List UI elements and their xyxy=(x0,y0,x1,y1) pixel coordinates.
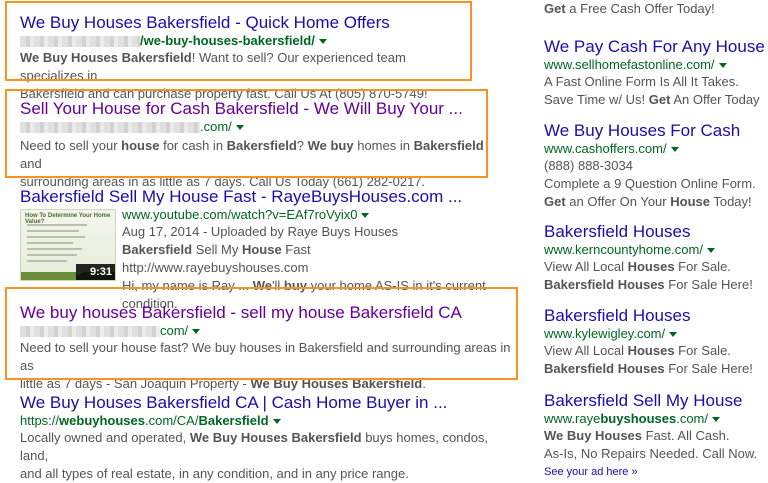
ad-url[interactable]: www.kerncountyhome.com/ xyxy=(544,242,768,258)
result-url[interactable]: https://webuyhouses.com/CA/Bakersfield xyxy=(20,413,500,429)
ad-url-text: www.rayebuyshouses.com/ xyxy=(544,411,709,426)
ad-block: Get a Free Cash Offer Today! xyxy=(544,0,768,18)
ad-url[interactable]: www.kylewigley.com/ xyxy=(544,326,768,342)
result-url[interactable]: www.youtube.com/watch?v=EAf7roVyix0 xyxy=(122,207,500,223)
result-snippet: Need to sell your house fast? We buy hou… xyxy=(20,340,511,391)
result-url-text: com/ xyxy=(160,323,189,338)
url-dropdown-caret-icon[interactable] xyxy=(272,419,281,425)
result-url[interactable]: .com/ xyxy=(20,119,486,135)
result-title-link[interactable]: We Buy Houses Bakersfield - Quick Home O… xyxy=(20,12,470,33)
ad-title-link[interactable]: We Pay Cash For Any House xyxy=(544,36,768,57)
ad-text: We Buy Houses Fast. All Cash. As-Is, No R… xyxy=(544,428,758,461)
ad-title-link[interactable]: Bakersfield Houses xyxy=(544,221,768,242)
url-dropdown-caret-icon[interactable] xyxy=(192,329,201,335)
search-result: Sell Your House for Cash Bakersfield - W… xyxy=(5,89,488,189)
ad-text: View All Local Houses For Sale. Bakersfie… xyxy=(544,343,753,376)
video-thumbnail[interactable]: How To Determine Your Home Value? 9:31 xyxy=(20,209,116,281)
see-your-ad-link[interactable]: See your ad here » xyxy=(544,466,638,478)
ad-title-link[interactable]: Bakersfield Sell My House xyxy=(544,390,768,411)
result-title-link[interactable]: We buy houses Bakersfield - sell my hous… xyxy=(20,302,516,323)
ad-text: View All Local Houses For Sale. Bakersfie… xyxy=(544,259,753,292)
url-dropdown-caret-icon[interactable] xyxy=(361,213,370,219)
ad-block: Bakersfield Houses www.kylewigley.com/ V… xyxy=(544,305,768,378)
url-dropdown-caret-icon[interactable] xyxy=(670,147,679,153)
result-title-link[interactable]: Sell Your House for Cash Bakersfield - W… xyxy=(20,98,486,119)
ad-url-text: www.kerncountyhome.com/ xyxy=(544,242,703,257)
ad-url[interactable]: www.cashoffers.com/ xyxy=(544,141,768,157)
ad-title-link[interactable]: Bakersfield Houses xyxy=(544,305,768,326)
result-url[interactable]: com/ xyxy=(20,323,516,339)
ad-text: A Fast Online Form Is All It Takes. Save … xyxy=(544,74,760,107)
ad-url[interactable]: www.sellhomefastonline.com/ xyxy=(544,57,768,73)
result-snippet: Locally owned and operated, We Buy House… xyxy=(20,430,489,481)
redacted-url-part xyxy=(20,122,200,134)
ad-block: We Pay Cash For Any House www.sellhomefa… xyxy=(544,36,768,109)
video-duration: 9:31 xyxy=(75,264,115,280)
url-dropdown-caret-icon[interactable] xyxy=(712,417,721,423)
search-result: We Buy Houses Bakersfield - Quick Home O… xyxy=(5,1,472,101)
result-title-link[interactable]: Bakersfield Sell My House Fast - RayeBuy… xyxy=(20,186,500,207)
video-meta: Aug 17, 2014 - Uploaded by Raye Buys Hou… xyxy=(122,224,399,239)
url-dropdown-caret-icon[interactable] xyxy=(718,63,727,69)
redacted-url-part xyxy=(20,36,140,48)
ad-url-text: www.kylewigley.com/ xyxy=(544,326,666,341)
result-title-link[interactable]: We Buy Houses Bakersfield CA | Cash Home… xyxy=(20,392,500,413)
url-dropdown-caret-icon[interactable] xyxy=(235,125,244,131)
result-snippet: Need to sell your house for cash in Bake… xyxy=(20,138,484,189)
url-dropdown-caret-icon[interactable] xyxy=(706,248,715,254)
result-url[interactable]: /we-buy-houses-bakersfield/ xyxy=(20,33,470,49)
search-result: We buy houses Bakersfield - sell my hous… xyxy=(5,287,518,391)
result-url-text: www.youtube.com/watch?v=EAf7roVyix0 xyxy=(122,207,358,222)
redacted-url-part xyxy=(20,326,160,338)
ad-url[interactable]: www.rayebuyshouses.com/ xyxy=(544,411,768,427)
result-url-text: /we-buy-houses-bakersfield/ xyxy=(140,33,315,48)
ad-text: (888) 888-3034 Complete a 9 Question Onli… xyxy=(544,158,756,209)
ad-block: Bakersfield Sell My House www.rayebuysho… xyxy=(544,390,768,463)
ad-block: Bakersfield Houses www.kerncountyhome.co… xyxy=(544,221,768,294)
url-dropdown-caret-icon[interactable] xyxy=(318,39,327,45)
ad-title-link[interactable]: We Buy Houses For Cash xyxy=(544,120,768,141)
ad-text: Get a Free Cash Offer Today! xyxy=(544,1,715,16)
search-result: We Buy Houses Bakersfield CA | Cash Home… xyxy=(20,392,500,483)
ad-url-text: www.sellhomefastonline.com/ xyxy=(544,57,715,72)
ad-block: We Buy Houses For Cash www.cashoffers.co… xyxy=(544,120,768,211)
result-url-text: https://webuyhouses.com/CA/Bakersfield xyxy=(20,413,269,428)
result-url-text: .com/ xyxy=(200,119,232,134)
url-dropdown-caret-icon[interactable] xyxy=(669,332,678,338)
ad-url-text: www.cashoffers.com/ xyxy=(544,141,667,156)
